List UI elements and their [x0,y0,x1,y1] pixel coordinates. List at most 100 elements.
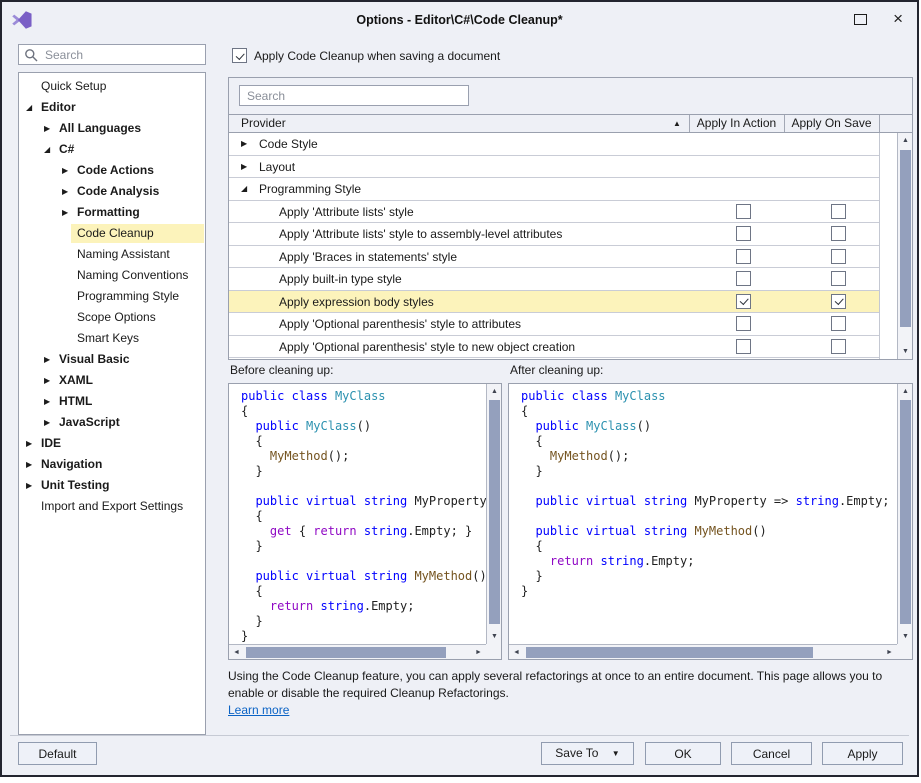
sidebar-item-quick-setup[interactable]: Quick Setup [19,76,205,97]
sidebar-item-naming-conventions[interactable]: Naming Conventions [19,265,205,286]
expanded-arrow-icon[interactable]: ◢ [44,139,50,160]
sidebar-item-smart-keys[interactable]: Smart Keys [19,328,205,349]
sidebar-item-xaml[interactable]: ▶XAML [19,370,205,391]
sidebar-item-ide[interactable]: ▶IDE [19,433,205,454]
provider-column-header[interactable]: Provider [241,115,286,132]
in-action-checkbox[interactable] [736,249,751,264]
maximize-button[interactable] [854,14,867,25]
collapsed-arrow-icon[interactable]: ▶ [241,133,247,155]
after-vertical-scrollbar[interactable]: ▲ ▼ [897,384,912,644]
provider-row-apply-attribute-lists-style[interactable]: Apply 'Attribute lists' style [229,201,879,224]
table-scrollbar[interactable]: ▲ ▼ [897,133,912,359]
collapsed-arrow-icon[interactable]: ▶ [44,370,50,391]
sidebar-item-html[interactable]: ▶HTML [19,391,205,412]
in-action-checkbox[interactable] [736,271,751,286]
cancel-button[interactable]: Cancel [731,742,812,765]
on-save-checkbox[interactable] [831,204,846,219]
on-save-checkbox[interactable] [831,249,846,264]
scroll-right-icon[interactable]: ► [882,645,897,660]
sidebar-item-navigation[interactable]: ▶Navigation [19,454,205,475]
collapsed-arrow-icon[interactable]: ▶ [26,454,32,475]
apply-on-save-column-header[interactable]: Apply On Save [784,115,879,132]
scroll-thumb[interactable] [526,647,813,658]
collapsed-arrow-icon[interactable]: ▶ [44,391,50,412]
provider-row-layout[interactable]: ▶Layout [229,156,879,179]
scroll-down-icon[interactable]: ▼ [898,344,913,359]
on-save-checkbox[interactable] [831,316,846,331]
after-horizontal-scrollbar[interactable]: ◄ ► [509,644,897,659]
in-action-checkbox[interactable] [736,294,751,309]
scroll-thumb[interactable] [246,647,446,658]
expanded-arrow-icon[interactable]: ◢ [26,97,32,118]
scroll-up-icon[interactable]: ▲ [898,384,913,399]
sidebar-item-unit-testing[interactable]: ▶Unit Testing [19,475,205,496]
collapsed-arrow-icon[interactable]: ▶ [44,412,50,433]
scroll-up-icon[interactable]: ▲ [898,133,913,148]
apply-code-cleanup-on-save-checkbox[interactable] [232,48,247,63]
sidebar-item-code-analysis[interactable]: ▶Code Analysis [19,181,205,202]
sidebar-item-visual-basic[interactable]: ▶Visual Basic [19,349,205,370]
in-action-checkbox[interactable] [736,226,751,241]
code-line: public virtual string MyProperty [241,494,486,509]
learn-more-link[interactable]: Learn more [228,703,289,717]
collapsed-arrow-icon[interactable]: ▶ [26,433,32,454]
provider-row-apply-expression-body-styles[interactable]: Apply expression body styles [229,291,879,314]
sidebar-item-import-and-export-settings[interactable]: Import and Export Settings [19,496,205,517]
scroll-thumb[interactable] [489,400,500,624]
sidebar-item-scope-options[interactable]: Scope Options [19,307,205,328]
provider-row-apply-optional-parenthesis-style-to-new-object-creation[interactable]: Apply 'Optional parenthesis' style to ne… [229,336,879,359]
before-horizontal-scrollbar[interactable]: ◄ ► [229,644,486,659]
scroll-thumb[interactable] [900,400,911,624]
scroll-up-icon[interactable]: ▲ [487,384,502,399]
collapsed-arrow-icon[interactable]: ▶ [241,156,247,178]
close-button[interactable]: × [893,8,903,30]
provider-row-programming-style[interactable]: ◢Programming Style [229,178,879,201]
sidebar-item-all-languages[interactable]: ▶All Languages [19,118,205,139]
default-button[interactable]: Default [18,742,97,765]
sidebar-item-code-cleanup[interactable]: Code Cleanup [19,223,205,244]
provider-row-apply-braces-in-statements-style[interactable]: Apply 'Braces in statements' style [229,246,879,269]
collapsed-arrow-icon[interactable]: ▶ [44,349,50,370]
ok-button[interactable]: OK [645,742,721,765]
collapsed-arrow-icon[interactable]: ▶ [62,202,68,223]
collapsed-arrow-icon[interactable]: ▶ [62,160,68,181]
apply-button[interactable]: Apply [822,742,903,765]
on-save-checkbox[interactable] [831,339,846,354]
expanded-arrow-icon[interactable]: ◢ [241,178,247,200]
provider-row-apply-optional-parenthesis-style-to-attributes[interactable]: Apply 'Optional parenthesis' style to at… [229,313,879,336]
before-vertical-scrollbar[interactable]: ▲ ▼ [486,384,501,644]
in-action-checkbox[interactable] [736,204,751,219]
window-title: Options - Editor\C#\Code Cleanup* [2,2,917,38]
save-to-button[interactable]: Save To ▼ [541,742,634,765]
provider-row-code-style[interactable]: ▶Code Style [229,133,879,156]
on-save-checkbox[interactable] [831,271,846,286]
code-line: public virtual string MyProperty => stri… [521,494,897,509]
titlebar[interactable]: Options - Editor\C#\Code Cleanup* × [2,2,917,38]
on-save-checkbox[interactable] [831,294,846,309]
sidebar-search-input[interactable] [18,44,206,65]
collapsed-arrow-icon[interactable]: ▶ [26,475,32,496]
scroll-thumb[interactable] [900,150,911,327]
collapsed-arrow-icon[interactable]: ▶ [44,118,50,139]
sidebar-item-editor[interactable]: ◢Editor [19,97,205,118]
sort-ascending-icon[interactable]: ▲ [673,115,681,132]
scroll-down-icon[interactable]: ▼ [898,629,913,644]
scroll-down-icon[interactable]: ▼ [487,629,502,644]
sidebar-item-naming-assistant[interactable]: Naming Assistant [19,244,205,265]
in-action-checkbox[interactable] [736,316,751,331]
provider-search-input[interactable] [239,85,469,106]
scroll-left-icon[interactable]: ◄ [509,645,524,660]
scroll-left-icon[interactable]: ◄ [229,645,244,660]
provider-row-apply-built-in-type-style[interactable]: Apply built-in type style [229,268,879,291]
scroll-right-icon[interactable]: ► [471,645,486,660]
sidebar-item-javascript[interactable]: ▶JavaScript [19,412,205,433]
sidebar-item-formatting[interactable]: ▶Formatting [19,202,205,223]
sidebar-item-code-actions[interactable]: ▶Code Actions [19,160,205,181]
collapsed-arrow-icon[interactable]: ▶ [62,181,68,202]
on-save-checkbox[interactable] [831,226,846,241]
in-action-checkbox[interactable] [736,339,751,354]
apply-in-action-column-header[interactable]: Apply In Action [689,115,784,132]
provider-row-apply-attribute-lists-style-to-assembly-level-attributes[interactable]: Apply 'Attribute lists' style to assembl… [229,223,879,246]
sidebar-item-c[interactable]: ◢C# [19,139,205,160]
sidebar-item-programming-style[interactable]: Programming Style [19,286,205,307]
